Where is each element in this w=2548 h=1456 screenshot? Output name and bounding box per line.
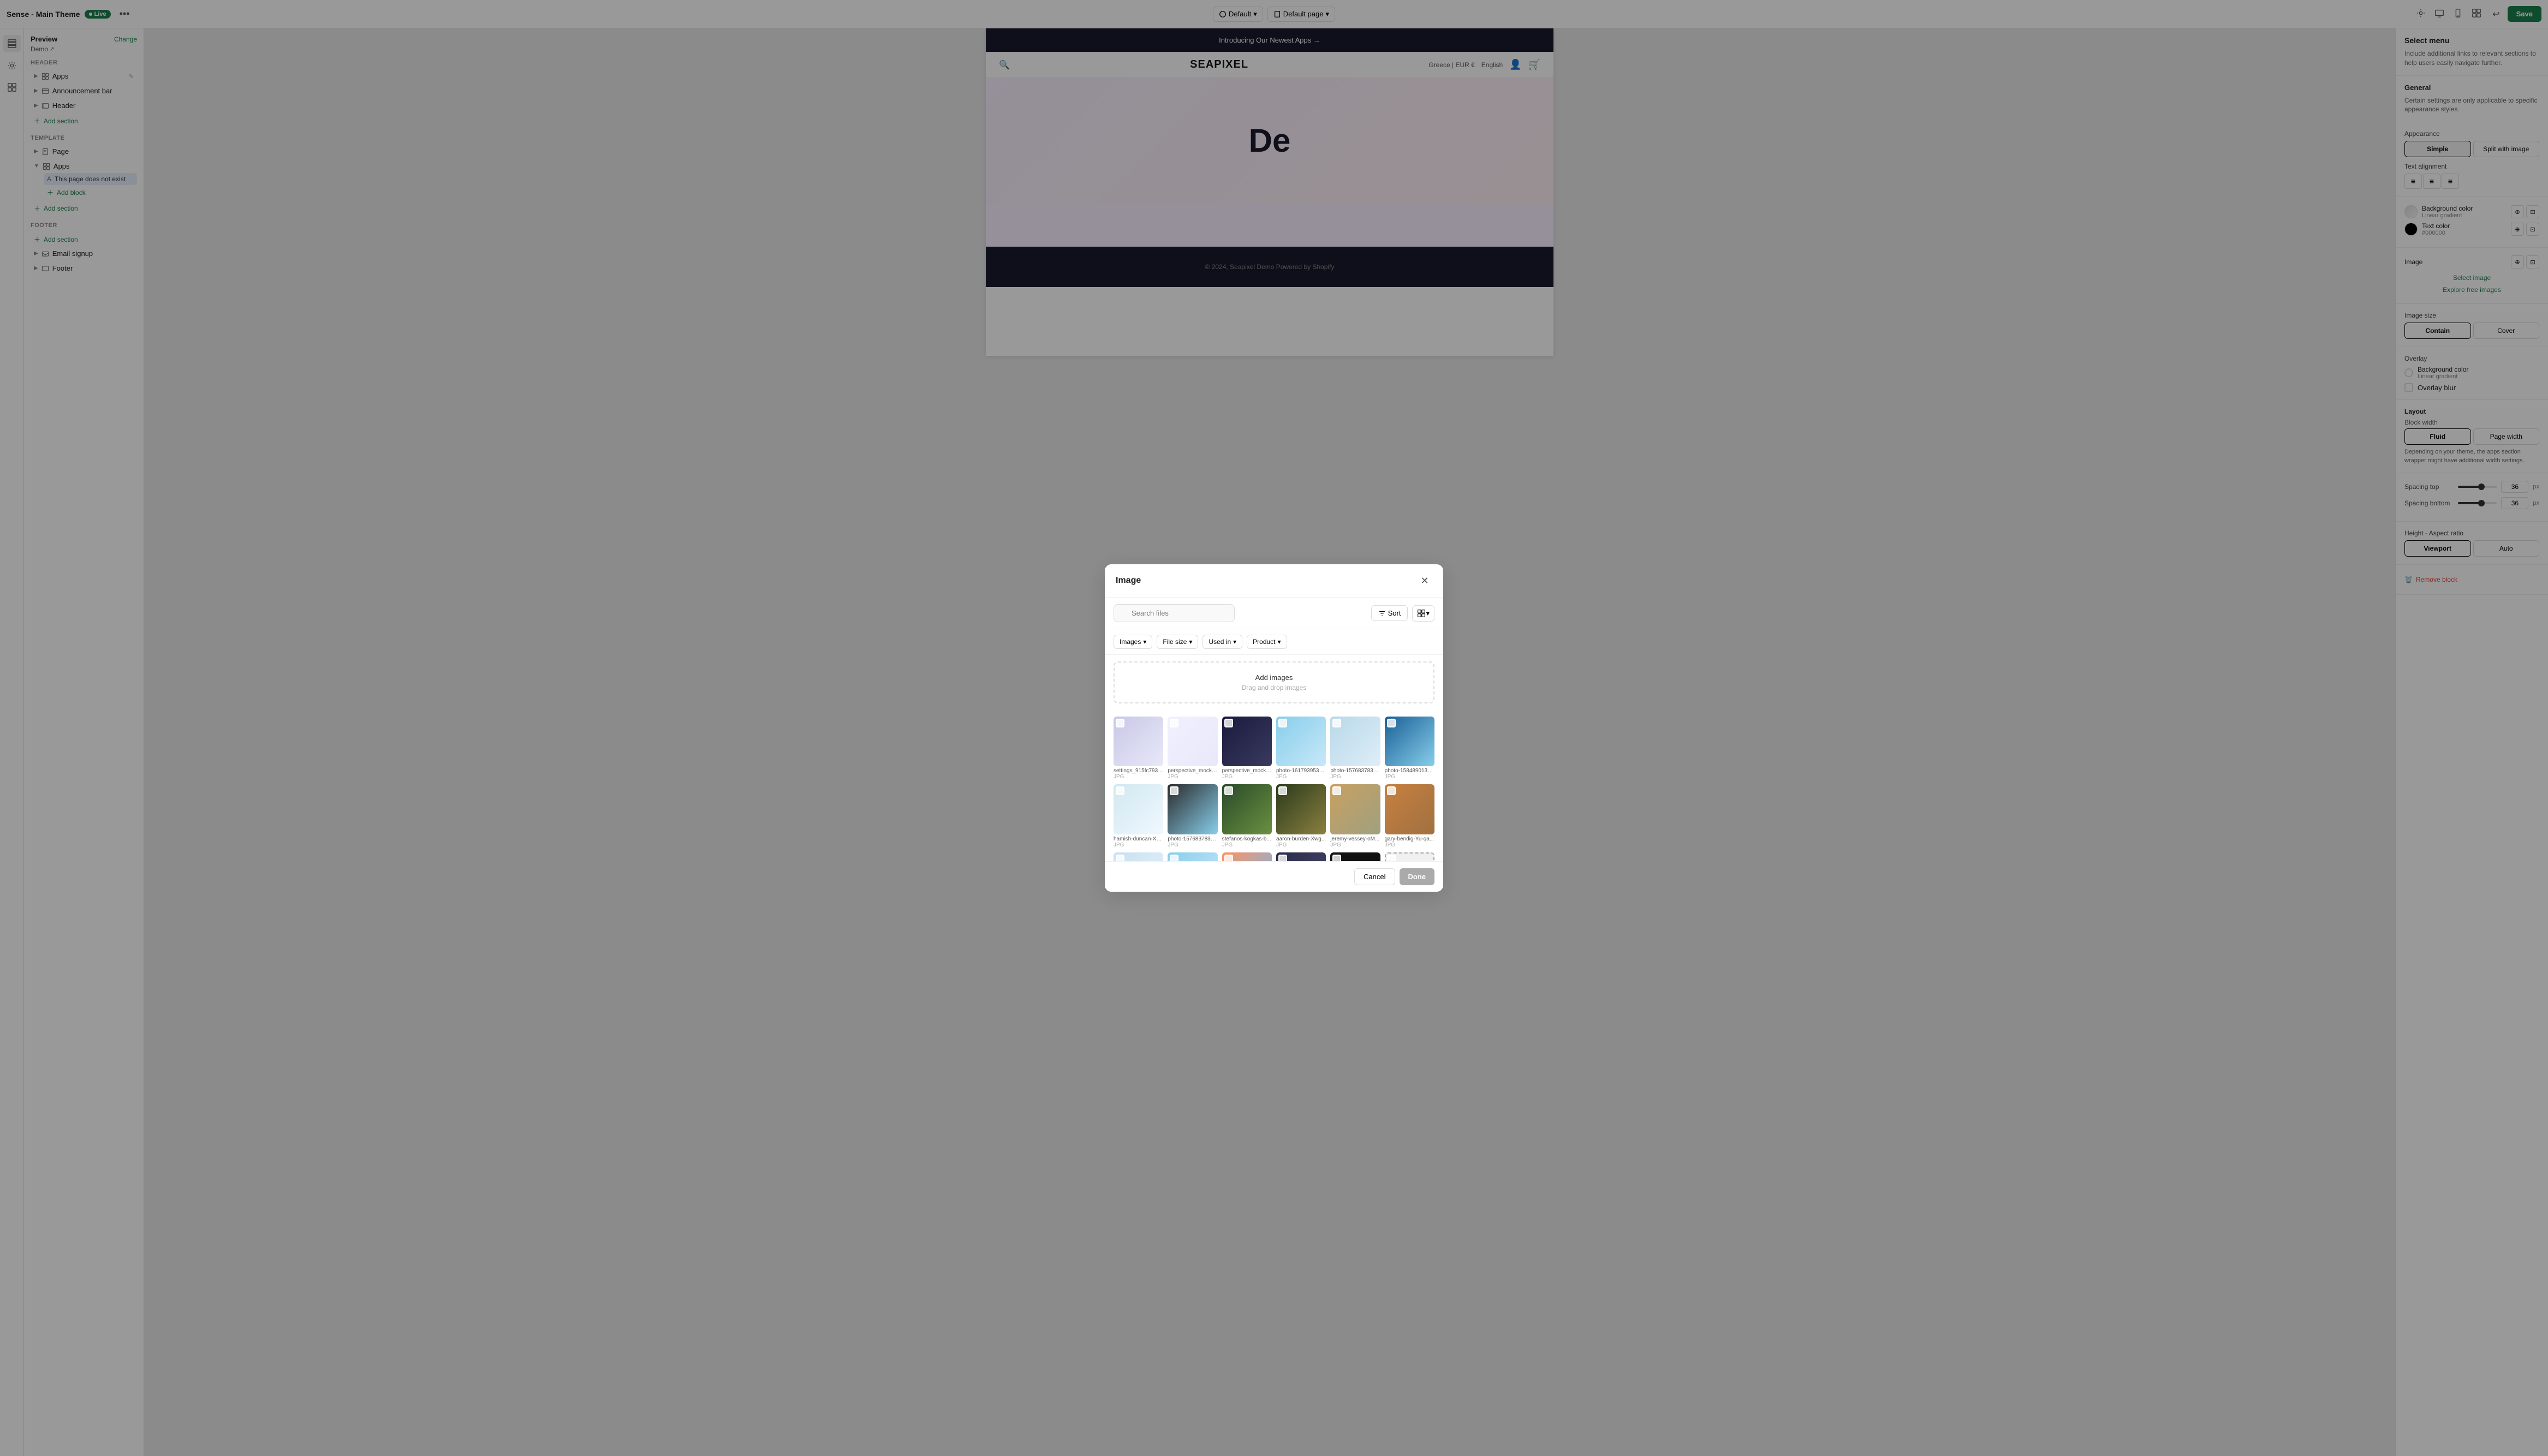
image-select-checkbox[interactable] bbox=[1116, 855, 1124, 861]
image-item[interactable]: stefanos-kogkas-b...JPG bbox=[1222, 784, 1272, 848]
image-item[interactable]: perspective_mocku...JPG bbox=[1168, 717, 1217, 780]
filter-file-size-btn[interactable]: File size ▾ bbox=[1157, 635, 1198, 649]
image-select-checkbox[interactable] bbox=[1332, 855, 1341, 861]
image-item[interactable]: gary-bendig-Yu-qa...JPG bbox=[1385, 784, 1434, 848]
image-select-checkbox[interactable] bbox=[1278, 786, 1287, 795]
image-filename: gary-bendig-Yu-qa... bbox=[1385, 836, 1434, 842]
modal-filters: Images ▾ File size ▾ Used in ▾ Product ▾ bbox=[1105, 629, 1443, 655]
image-item[interactable]: settings_915fc793-1...JPG bbox=[1114, 717, 1163, 780]
image-select-checkbox[interactable] bbox=[1387, 855, 1396, 861]
image-select-checkbox[interactable] bbox=[1170, 786, 1178, 795]
cancel-button[interactable]: Cancel bbox=[1354, 868, 1395, 885]
image-filetype: JPG bbox=[1114, 842, 1163, 848]
image-select-checkbox[interactable] bbox=[1170, 719, 1178, 727]
image-item[interactable]: photo-1617939532...JPG bbox=[1276, 717, 1326, 780]
image-select-checkbox[interactable] bbox=[1332, 786, 1341, 795]
drop-zone-text: Drag and drop images bbox=[1126, 684, 1422, 691]
image-item[interactable]: FullscreenSVG bbox=[1385, 852, 1434, 861]
image-filetype: JPG bbox=[1222, 842, 1272, 848]
image-filename: perspective_mocku... bbox=[1168, 768, 1217, 774]
image-item[interactable]: jeremy-vessey-oM...JPG bbox=[1330, 784, 1380, 848]
image-select-checkbox[interactable] bbox=[1332, 719, 1341, 727]
modal-footer: Cancel Done bbox=[1105, 861, 1443, 892]
modal-body: settings_915fc793-1...JPGperspective_moc… bbox=[1105, 710, 1443, 861]
image-filename: perspective_mocku... bbox=[1222, 768, 1272, 774]
search-input-wrap: 🔍 bbox=[1114, 604, 1367, 622]
image-item[interactable]: ●photo-1617939533...WEBP bbox=[1168, 852, 1217, 861]
image-item[interactable]: hamish-duncan-XO...JPG bbox=[1114, 784, 1163, 848]
image-filename: aaron-burden-Xwg... bbox=[1276, 836, 1326, 842]
image-filename: settings_915fc793-1... bbox=[1114, 768, 1163, 774]
modal-drop-zone: Add images Drag and drop images bbox=[1114, 661, 1434, 703]
image-filetype: JPG bbox=[1222, 774, 1272, 780]
search-files-input[interactable] bbox=[1114, 604, 1235, 622]
image-filename: photo-1576837839... bbox=[1330, 768, 1380, 774]
image-filename: photo-1617939532... bbox=[1276, 768, 1326, 774]
image-filename: photo-1584890131... bbox=[1385, 768, 1434, 774]
image-filetype: JPG bbox=[1330, 774, 1380, 780]
filter-product-btn[interactable]: Product ▾ bbox=[1247, 635, 1287, 649]
image-select-checkbox[interactable] bbox=[1224, 855, 1233, 861]
image-filetype: JPG bbox=[1114, 774, 1163, 780]
modal-title: Image bbox=[1116, 576, 1141, 586]
image-item[interactable]: aaron-burden-Xwg...JPG bbox=[1276, 784, 1326, 848]
image-select-checkbox[interactable] bbox=[1278, 855, 1287, 861]
image-select-checkbox[interactable] bbox=[1116, 719, 1124, 727]
image-item[interactable]: promo-video-poste...JPG bbox=[1276, 852, 1326, 861]
image-select-checkbox[interactable] bbox=[1224, 719, 1233, 727]
image-modal: Image ✕ 🔍 Sort ▾ Images ▾ bbox=[1105, 564, 1443, 892]
modal-search-bar: 🔍 Sort ▾ bbox=[1105, 598, 1443, 629]
image-filetype: JPG bbox=[1276, 842, 1326, 848]
image-item[interactable]: photo-1599751449...WEBP bbox=[1222, 852, 1272, 861]
modal-overlay[interactable]: Image ✕ 🔍 Sort ▾ Images ▾ bbox=[0, 0, 2548, 1456]
view-toggle-button[interactable]: ▾ bbox=[1412, 605, 1434, 622]
image-filename: photo-1576837839... bbox=[1168, 836, 1217, 842]
image-filetype: JPG bbox=[1276, 774, 1326, 780]
done-button[interactable]: Done bbox=[1400, 868, 1435, 885]
image-item[interactable]: photo-1576837839...JPG bbox=[1330, 717, 1380, 780]
image-select-checkbox[interactable] bbox=[1116, 786, 1124, 795]
filter-images-btn[interactable]: Images ▾ bbox=[1114, 635, 1152, 649]
image-filename: hamish-duncan-XO... bbox=[1114, 836, 1163, 842]
image-filetype: JPG bbox=[1385, 774, 1434, 780]
add-images-button[interactable]: Add images bbox=[1255, 673, 1293, 682]
image-select-checkbox[interactable] bbox=[1387, 786, 1396, 795]
image-filetype: JPG bbox=[1330, 842, 1380, 848]
image-select-checkbox[interactable] bbox=[1170, 855, 1178, 861]
image-filename: jeremy-vessey-oM... bbox=[1330, 836, 1380, 842]
image-grid: settings_915fc793-1...JPGperspective_moc… bbox=[1114, 717, 1434, 861]
image-item[interactable]: photo-1576837839...JPG bbox=[1168, 784, 1217, 848]
sort-button[interactable]: Sort bbox=[1371, 605, 1408, 621]
image-item[interactable]: photo-1584890131...JPG bbox=[1385, 717, 1434, 780]
image-filetype: JPG bbox=[1385, 842, 1434, 848]
image-filename: stefanos-kogkas-b... bbox=[1222, 836, 1272, 842]
image-select-checkbox[interactable] bbox=[1387, 719, 1396, 727]
image-item[interactable]: yann-allegre-yGprt...JPG bbox=[1114, 852, 1163, 861]
image-item[interactable]: perspective_mocku...JPG bbox=[1222, 717, 1272, 780]
image-select-checkbox[interactable] bbox=[1224, 786, 1233, 795]
image-select-checkbox[interactable] bbox=[1278, 719, 1287, 727]
image-item[interactable]: app-icon_ed5b30a...PNG bbox=[1330, 852, 1380, 861]
image-filetype: JPG bbox=[1168, 842, 1217, 848]
filter-used-in-btn[interactable]: Used in ▾ bbox=[1202, 635, 1242, 649]
modal-close-button[interactable]: ✕ bbox=[1417, 573, 1432, 588]
image-filetype: JPG bbox=[1168, 774, 1217, 780]
modal-header: Image ✕ bbox=[1105, 564, 1443, 598]
